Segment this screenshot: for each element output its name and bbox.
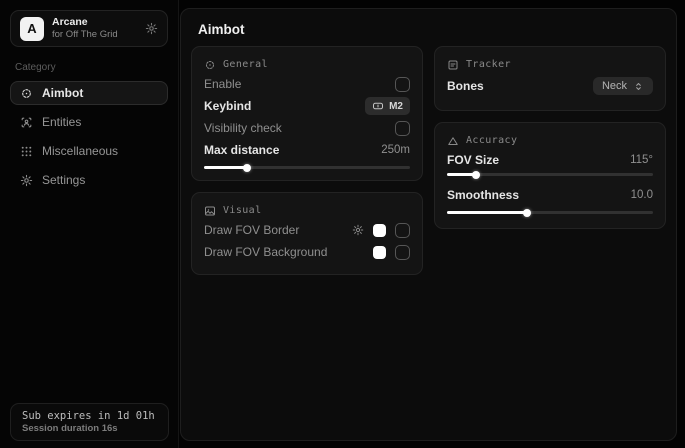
enable-checkbox[interactable] xyxy=(395,77,410,92)
keybind-row: Keybind M2 xyxy=(204,95,410,117)
draw-fov-background-controls xyxy=(373,245,410,260)
app-subtitle: for Off The Grid xyxy=(52,29,137,41)
app-meta: Arcane for Off The Grid xyxy=(52,16,137,41)
smoothness-slider[interactable] xyxy=(447,211,653,214)
accuracy-panel: Accuracy FOV Size 115° Smoothness 10.0 xyxy=(434,122,666,229)
scan-person-icon xyxy=(20,116,33,129)
max-distance-row: Max distance 250m xyxy=(204,139,410,161)
slider-fill xyxy=(447,173,476,176)
enable-row: Enable xyxy=(204,73,410,95)
visibility-check-row: Visibility check xyxy=(204,117,410,139)
chevrons-up-down-icon xyxy=(633,81,644,92)
grid-dots-icon xyxy=(20,145,33,158)
draw-fov-border-label: Draw FOV Border xyxy=(204,223,299,237)
sub-expiry-text: Sub expires in 1d 01h xyxy=(22,410,157,422)
visual-panel-header: Visual xyxy=(204,202,410,219)
sidebar-item-label: Settings xyxy=(42,173,85,187)
keybind-label: Keybind xyxy=(204,99,251,113)
keybind-button[interactable]: M2 xyxy=(365,97,410,115)
sidebar-item-entities[interactable]: Entities xyxy=(10,110,168,134)
draw-fov-border-controls xyxy=(352,223,410,238)
panel-title: General xyxy=(223,59,268,70)
accuracy-panel-header: Accuracy xyxy=(447,132,653,149)
tracker-panel: Tracker Bones Neck xyxy=(434,46,666,111)
right-column: Tracker Bones Neck xyxy=(434,46,666,275)
keybind-value: M2 xyxy=(389,101,403,112)
subscription-card: Sub expires in 1d 01h Session duration 1… xyxy=(10,403,169,441)
panel-title: Visual xyxy=(223,205,262,216)
bones-row: Bones Neck xyxy=(447,73,653,99)
sidebar-item-label: Miscellaneous xyxy=(42,144,118,158)
max-distance-label: Max distance xyxy=(204,143,279,157)
draw-fov-background-label: Draw FOV Background xyxy=(204,245,327,259)
sidebar-item-miscellaneous[interactable]: Miscellaneous xyxy=(10,139,168,163)
crosshair-icon xyxy=(204,59,216,71)
draw-fov-background-row: Draw FOV Background xyxy=(204,241,410,263)
max-distance-slider[interactable] xyxy=(204,166,410,169)
gear-icon xyxy=(20,174,33,187)
image-icon xyxy=(204,205,216,217)
app-header-card: A Arcane for Off The Grid xyxy=(10,10,168,47)
tracker-icon xyxy=(447,59,459,71)
left-column: General Enable Keybind M2 Visi xyxy=(191,46,423,275)
fov-background-color-swatch[interactable] xyxy=(373,246,386,259)
triangle-icon xyxy=(447,135,459,147)
general-panel: General Enable Keybind M2 Visi xyxy=(191,46,423,181)
enable-label: Enable xyxy=(204,77,241,91)
account-gear-icon[interactable] xyxy=(145,22,158,35)
app-name: Arcane xyxy=(52,16,137,29)
app-logo: A xyxy=(20,17,44,41)
visibility-check-checkbox[interactable] xyxy=(395,121,410,136)
slider-fill xyxy=(204,166,247,169)
draw-fov-border-row: Draw FOV Border xyxy=(204,219,410,241)
smoothness-label: Smoothness xyxy=(447,188,519,202)
tracker-panel-header: Tracker xyxy=(447,56,653,73)
smoothness-row: Smoothness 10.0 xyxy=(447,184,653,206)
fov-border-settings-gear-icon[interactable] xyxy=(352,224,364,236)
sidebar-item-label: Aimbot xyxy=(42,86,83,100)
general-panel-header: General xyxy=(204,56,410,73)
slider-thumb[interactable] xyxy=(523,209,531,217)
max-distance-value: 250m xyxy=(381,144,410,156)
fov-size-row: FOV Size 115° xyxy=(447,149,653,171)
visibility-check-label: Visibility check xyxy=(204,121,282,135)
category-label: Category xyxy=(15,62,168,73)
draw-fov-border-checkbox[interactable] xyxy=(395,223,410,238)
sidebar-item-label: Entities xyxy=(42,115,81,129)
main-panel: Aimbot General Enable Keybind xyxy=(180,8,677,441)
mouse-icon xyxy=(372,100,384,112)
page-title: Aimbot xyxy=(181,9,676,46)
visual-panel: Visual Draw FOV Border Draw FOV Backgrou… xyxy=(191,192,423,275)
fov-size-value: 115° xyxy=(630,154,653,166)
session-duration-text: Session duration 16s xyxy=(22,423,157,434)
bones-label: Bones xyxy=(447,79,484,93)
panel-title: Accuracy xyxy=(466,135,517,146)
content-area: General Enable Keybind M2 Visi xyxy=(181,46,676,275)
panel-title: Tracker xyxy=(466,59,511,70)
sidebar-item-aimbot[interactable]: Aimbot xyxy=(10,81,168,105)
fov-size-label: FOV Size xyxy=(447,153,499,167)
smoothness-value: 10.0 xyxy=(631,189,653,201)
fov-border-color-swatch[interactable] xyxy=(373,224,386,237)
slider-thumb[interactable] xyxy=(243,164,251,172)
sidebar-item-settings[interactable]: Settings xyxy=(10,168,168,192)
draw-fov-background-checkbox[interactable] xyxy=(395,245,410,260)
crosshair-icon xyxy=(20,87,33,100)
bones-select[interactable]: Neck xyxy=(593,77,653,95)
bones-selected-value: Neck xyxy=(602,80,627,92)
sidebar: A Arcane for Off The Grid Category Aimbo… xyxy=(0,0,179,448)
fov-size-slider[interactable] xyxy=(447,173,653,176)
slider-fill xyxy=(447,211,527,214)
sidebar-nav: Aimbot Entities Miscellaneous Settings xyxy=(10,81,168,192)
slider-thumb[interactable] xyxy=(472,171,480,179)
